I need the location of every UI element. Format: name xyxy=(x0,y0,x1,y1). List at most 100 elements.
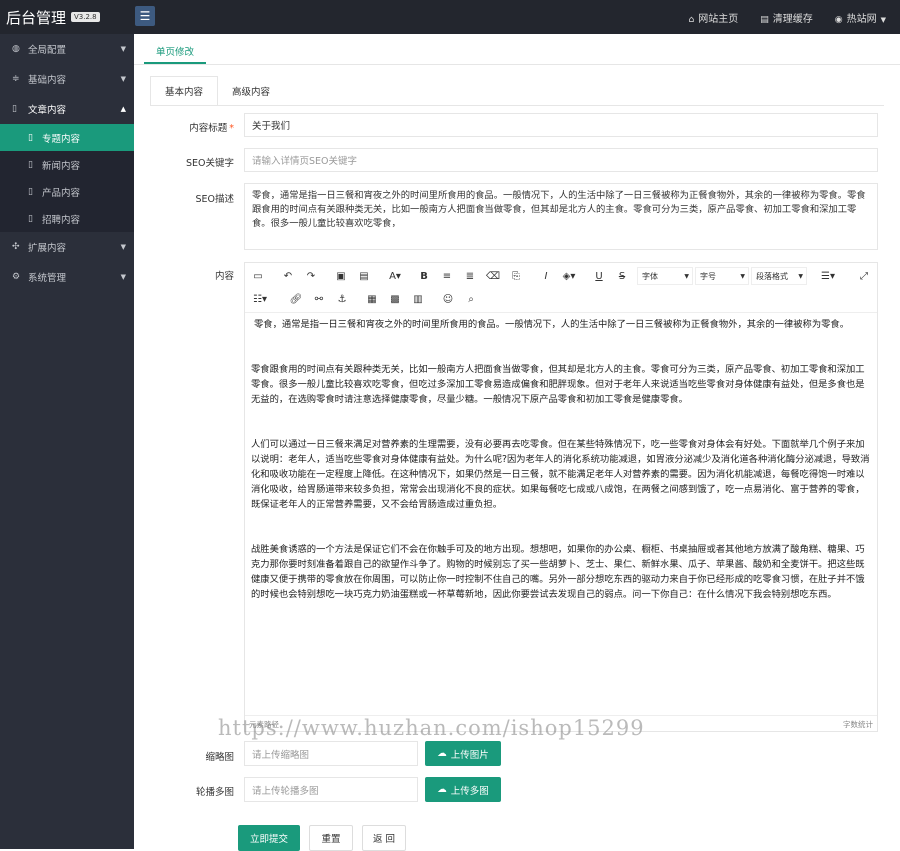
thumbnail-label: 缩略图 xyxy=(205,752,234,763)
site-home-link[interactable]: ⌂ 网站主页 xyxy=(689,10,739,25)
sidebar-item-basic-content[interactable]: ≑ 基础内容 ▼ xyxy=(0,64,134,94)
chevron-down-icon: ▼ xyxy=(120,45,126,53)
reset-button[interactable]: 重置 xyxy=(309,825,353,851)
element-path: 元素路径 xyxy=(249,720,279,729)
underline-icon[interactable]: U xyxy=(590,267,608,285)
globe-icon: ◍ xyxy=(12,44,20,54)
font-color-icon[interactable]: A▾ xyxy=(386,267,404,285)
editor-paragraph: 零食，通常是指一日三餐和宵夜之外的时间里所食用的食品。一般情况下，人的生活中除了… xyxy=(254,319,850,330)
editor-statusbar: 元素路径 字数统计 xyxy=(245,715,877,731)
align-center-icon[interactable]: ≣ xyxy=(461,267,479,285)
undo-icon[interactable]: ↶ xyxy=(279,267,297,285)
tab-basic-content[interactable]: 基本内容 xyxy=(150,76,219,106)
clear-cache-link[interactable]: ▤ 清理缓存 xyxy=(760,10,813,25)
unlink-icon[interactable]: ⚯ xyxy=(310,290,328,308)
chevron-down-icon: ▼ xyxy=(740,272,745,280)
carousel-input[interactable]: 请上传轮播多图 xyxy=(244,777,418,802)
ordered-list-icon[interactable]: ☷▾ xyxy=(251,290,269,308)
word-count: 字数统计 xyxy=(843,720,873,729)
paragraph-format-select[interactable]: 段落格式 ▼ xyxy=(751,267,807,285)
chevron-down-icon: ▼ xyxy=(798,272,803,280)
file-icon: ▯ xyxy=(28,132,33,143)
thumbnail-input[interactable]: 请上传缩略图 xyxy=(244,741,418,766)
chevron-down-icon: ▼ xyxy=(684,272,689,280)
upload-multi-button[interactable]: ☁ 上传多图 xyxy=(425,777,501,802)
sidebar: ◍ 全局配置 ▼ ≑ 基础内容 ▼ ▯ 文章内容 ▲ ▯ 专题内容 ▯ 新闻内容 ▯ 产品内容 ▯… xyxy=(0,34,134,849)
source-icon[interactable]: ▭ xyxy=(249,267,267,285)
seo-desc-textarea[interactable]: 零食，通常是指一日三餐和宵夜之外的时间里所食用的食品。一般情况下，人的生活中除了… xyxy=(244,183,878,250)
align-icon[interactable]: ≡ xyxy=(438,267,456,285)
editor-toolbar: ▭ ↶ ↷ ▣ ▤ A▾ B ≡ ≣ ⌫ ⎘ I ◈▾ U S 字体 ▼ 字号 ▼ … xyxy=(245,263,877,313)
trash-icon: ▤ xyxy=(760,14,769,25)
redo-icon[interactable]: ↷ xyxy=(302,267,320,285)
italic-icon[interactable]: I xyxy=(537,267,555,285)
editor-body[interactable]: 零食，通常是指一日三餐和宵夜之外的时间里所食用的食品。一般情况下，人的生活中除了… xyxy=(251,317,871,632)
sidebar-subitem-product[interactable]: ▯ 产品内容 xyxy=(0,178,134,205)
sliders-icon: ≑ xyxy=(12,74,20,84)
sidebar-item-extended-content[interactable]: ✣ 扩展内容 ▼ xyxy=(0,232,134,262)
chevron-up-icon: ▲ xyxy=(120,105,126,113)
editor-paragraph: 战胜美食诱惑的一个方法是保证它们不会在你触手可及的地方出现。想想吧，如果你的办公… xyxy=(251,544,865,600)
chevron-down-icon: ▼ xyxy=(120,75,126,83)
cloud-upload-icon: ☁ xyxy=(437,784,447,795)
image-icon[interactable]: ▣ xyxy=(332,267,350,285)
sidebar-subitem-jobs[interactable]: ▯ 招聘内容 xyxy=(0,205,134,232)
anchor-icon[interactable]: ⚓︎ xyxy=(333,290,351,308)
tab-advanced-content[interactable]: 高级内容 xyxy=(218,76,284,106)
cloud-upload-icon: ☁ xyxy=(437,748,447,759)
table-insert-icon[interactable]: ▩ xyxy=(386,290,404,308)
fullscreen-icon[interactable]: ⤢ xyxy=(855,267,873,285)
media-icon[interactable]: ▤ xyxy=(355,267,373,285)
submit-button[interactable]: 立即提交 xyxy=(238,825,300,851)
chevron-down-icon: ▼ xyxy=(120,273,126,281)
top-nav: ⌂ 网站主页 ▤ 清理缓存 ◉ 热站网 ▼ xyxy=(689,0,886,34)
content-label: 内容 xyxy=(214,271,234,282)
hamburger-icon: ☰ xyxy=(139,9,151,23)
rich-text-editor[interactable]: ▭ ↶ ↷ ▣ ▤ A▾ B ≡ ≣ ⌫ ⎘ I ◈▾ U S 字体 ▼ 字号 ▼ … xyxy=(244,262,878,732)
sidebar-subitem-news[interactable]: ▯ 新闻内容 xyxy=(0,151,134,178)
title-input[interactable]: 关于我们 xyxy=(244,113,878,137)
editor-paragraph: 零食跟食用的时间点有关跟种类无关，比如一般南方人把面食当做零食，但其却是北方人的… xyxy=(251,364,865,405)
main-content: 单页修改 基本内容 高级内容 内容标题 * 关于我们 SEO关键字 请输入详情页S… xyxy=(134,34,900,851)
divider xyxy=(150,105,884,106)
divider xyxy=(134,64,900,65)
file-icon: ▯ xyxy=(28,159,33,170)
file-icon: ▯ xyxy=(12,104,17,114)
strikethrough-icon[interactable]: S xyxy=(613,267,631,285)
menu-toggle-button[interactable]: ☰ xyxy=(135,6,155,26)
seo-keyword-label: SEO关键字 xyxy=(185,158,234,169)
upload-image-button[interactable]: ☁ 上传图片 xyxy=(425,741,501,766)
seo-keyword-input[interactable]: 请输入详情页SEO关键字 xyxy=(244,148,878,172)
title-label: 内容标题 * xyxy=(189,123,234,134)
logo: 后台管理 V3.2.8 xyxy=(0,0,134,34)
sidebar-item-system[interactable]: ⚙ 系统管理 ▼ xyxy=(0,262,134,292)
back-button[interactable]: 返 回 xyxy=(362,825,406,851)
app-title: 后台管理 xyxy=(6,8,67,27)
user-menu[interactable]: ◉ 热站网 ▼ xyxy=(835,10,886,25)
fill-color-icon[interactable]: ◈▾ xyxy=(560,267,578,285)
eraser-icon[interactable]: ⌫ xyxy=(484,267,502,285)
sidebar-item-global-config[interactable]: ◍ 全局配置 ▼ xyxy=(0,34,134,64)
paste-icon[interactable]: ⎘ xyxy=(507,267,525,285)
top-bar: 后台管理 V3.2.8 ☰ ⌂ 网站主页 ▤ 清理缓存 ◉ 热站网 ▼ xyxy=(0,0,900,34)
table-icon[interactable]: ▦ xyxy=(363,290,381,308)
home-icon: ⌂ xyxy=(688,14,695,25)
sub-tabs: 基本内容 高级内容 xyxy=(150,76,284,106)
gear-icon: ⚙ xyxy=(12,272,21,282)
caret-down-icon: ▼ xyxy=(880,15,886,24)
list-icon[interactable]: ☰▾ xyxy=(819,267,837,285)
file-icon: ▯ xyxy=(28,186,33,197)
chevron-down-icon: ▼ xyxy=(120,243,126,251)
table-grid-icon[interactable]: ▥ xyxy=(409,290,427,308)
emoji-icon[interactable]: ☺ xyxy=(439,290,457,308)
font-family-select[interactable]: 字体 ▼ xyxy=(637,267,693,285)
search-replace-icon[interactable]: ⌕ xyxy=(462,290,480,308)
user-icon: ◉ xyxy=(834,14,843,25)
tab-single-page-edit[interactable]: 单页修改 xyxy=(144,40,206,64)
font-size-select[interactable]: 字号 ▼ xyxy=(695,267,749,285)
file-icon: ▯ xyxy=(28,213,33,224)
link-icon[interactable]: 🔗︎ xyxy=(287,290,305,308)
sidebar-item-article-content[interactable]: ▯ 文章内容 ▲ xyxy=(0,94,134,124)
sidebar-subitem-topic[interactable]: ▯ 专题内容 xyxy=(0,124,134,151)
bold-icon[interactable]: B xyxy=(415,267,433,285)
